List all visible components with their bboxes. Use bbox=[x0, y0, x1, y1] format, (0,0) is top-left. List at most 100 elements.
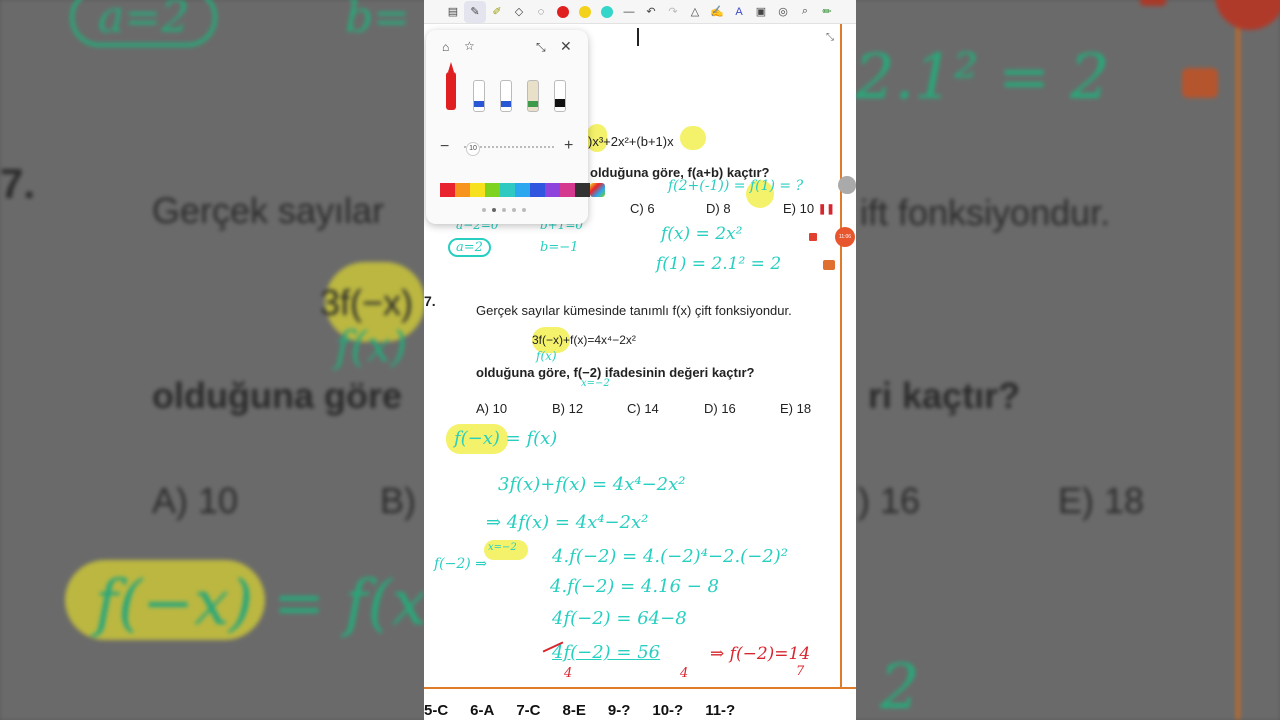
color-swatch[interactable] bbox=[545, 183, 560, 197]
search-icon[interactable]: ⌕ bbox=[794, 1, 816, 23]
highlighter-icon[interactable]: ✐ bbox=[486, 1, 508, 23]
q7-choice-b[interactable]: B) 12 bbox=[552, 401, 583, 416]
undo-icon[interactable]: ↶ bbox=[640, 1, 662, 23]
color-swatch[interactable] bbox=[560, 183, 575, 197]
bg-prompt-left: olduğuna göre bbox=[152, 375, 402, 416]
marker-black[interactable] bbox=[554, 80, 566, 112]
color-teal[interactable] bbox=[596, 1, 618, 23]
text-style-icon[interactable]: A bbox=[728, 1, 750, 23]
text-edit-icon[interactable]: ✍ bbox=[706, 1, 728, 23]
bg-expr-under: f(x) bbox=[335, 322, 408, 371]
pen-blue-1[interactable] bbox=[473, 80, 485, 112]
note-panel[interactable]: ▤ ✎ ✐ ◇ ◌ — ↶ ↷ △ ✍ A ▣ ◎ ⌕ ✏ ⤡ )x³+2x²+… bbox=[424, 0, 856, 720]
bg-prompt-right: ri kaçtır? bbox=[868, 375, 1021, 416]
stop-button[interactable] bbox=[809, 233, 817, 241]
answer-key-item: 9-? bbox=[607, 702, 631, 719]
pen-blue-2[interactable] bbox=[500, 80, 512, 112]
q6-expression: )x³+2x²+(b+1)x bbox=[588, 134, 674, 149]
record-indicator[interactable]: 11:06 bbox=[835, 227, 855, 247]
minimize-icon[interactable]: ⤡ bbox=[536, 40, 546, 55]
hw-a-val: a=2 bbox=[448, 238, 491, 257]
q7-choice-e[interactable]: E) 18 bbox=[780, 401, 811, 416]
q6-choice-c[interactable]: C) 6 bbox=[630, 201, 655, 216]
hw-line4: 4.f(−2) = 4.16 − 8 bbox=[550, 576, 719, 597]
bg-choice-b: B) bbox=[380, 480, 416, 521]
highlight-x bbox=[680, 126, 706, 150]
color-swatches bbox=[440, 183, 605, 197]
bg-stop-indicator bbox=[1140, 0, 1166, 6]
color-swatch[interactable] bbox=[530, 183, 545, 197]
answer-key-item: 10-? bbox=[652, 702, 684, 719]
favorite-icon[interactable]: ☆ bbox=[464, 39, 475, 53]
bg-choice-e: E) 18 bbox=[1058, 480, 1145, 521]
hw-f1: f(1) = 2.1² = 2 bbox=[656, 254, 782, 274]
bg-handwriting-2: 2 bbox=[880, 650, 920, 720]
screen: a=2 b= 2.1² = 2 7. Gerçek sayılar ift fo… bbox=[0, 0, 1280, 720]
document-icon[interactable]: ▤ bbox=[442, 1, 464, 23]
hw-under-prompt: x=−2 bbox=[581, 378, 610, 389]
shape-icon[interactable]: △ bbox=[684, 1, 706, 23]
line-icon[interactable]: — bbox=[618, 1, 640, 23]
bg-handwriting-b: b= bbox=[345, 0, 411, 43]
record-time: 11:06 bbox=[838, 234, 852, 240]
q7-prompt: olduğuna göre, f(−2) ifadesinin değeri k… bbox=[476, 365, 755, 380]
color-swatch[interactable] bbox=[485, 183, 500, 197]
collapse-icon[interactable]: ⤡ bbox=[826, 32, 834, 43]
pen-red[interactable] bbox=[446, 62, 456, 110]
q7-choice-c[interactable]: C) 14 bbox=[627, 401, 659, 416]
hw-left-hl: x=−2 bbox=[488, 542, 517, 553]
drawing-toolbar: ▤ ✎ ✐ ◇ ◌ — ↶ ↷ △ ✍ A ▣ ◎ ⌕ ✏ bbox=[424, 0, 856, 24]
pencil-green[interactable] bbox=[527, 80, 539, 112]
lasso-icon[interactable]: ◌ bbox=[530, 1, 552, 23]
hw-fab: f(2+(-1)) = f(1) = ? bbox=[668, 178, 804, 194]
custom-color-swatch[interactable] bbox=[590, 183, 605, 197]
home-icon[interactable]: ⌂ bbox=[442, 40, 449, 54]
footer-line bbox=[424, 687, 856, 689]
bg-handwriting-even: f(−x) = f(x bbox=[95, 566, 427, 639]
hw-b-val: b=−1 bbox=[540, 240, 579, 255]
color-swatch[interactable] bbox=[470, 183, 485, 197]
pencil-icon[interactable]: ✏ bbox=[816, 1, 838, 23]
color-swatch[interactable] bbox=[515, 183, 530, 197]
eraser-icon[interactable]: ◇ bbox=[508, 1, 530, 23]
redo-icon[interactable]: ↷ bbox=[662, 1, 684, 23]
shapes-icon[interactable]: ◎ bbox=[772, 1, 794, 23]
hw-denom2: 4 bbox=[680, 666, 689, 681]
pen-settings-popup: ⌂ ☆ ⤡ ✕ − 10 + bbox=[426, 30, 605, 224]
hw-fx: f(x) = 2x² bbox=[661, 224, 743, 244]
q7-choice-a[interactable]: A) 10 bbox=[476, 401, 507, 416]
pause-button[interactable]: ❚❚ bbox=[818, 202, 835, 218]
hw-line6: 4f(−2) = 56 bbox=[552, 642, 661, 663]
size-minus-button[interactable]: − bbox=[440, 138, 449, 156]
pen-icon[interactable]: ✎ bbox=[464, 0, 486, 23]
close-icon[interactable]: ✕ bbox=[560, 38, 572, 55]
insert-icon[interactable]: ▣ bbox=[750, 1, 772, 23]
hw-result-sub: 7 bbox=[796, 664, 805, 679]
q7-choice-d[interactable]: D) 16 bbox=[704, 401, 736, 416]
bg-statement-left: Gerçek sayılar bbox=[152, 190, 385, 231]
color-swatch[interactable] bbox=[575, 183, 590, 197]
answer-key-item: 11-? bbox=[705, 702, 736, 719]
bg-expr: 3f(−x) bbox=[320, 282, 414, 323]
color-red[interactable] bbox=[552, 1, 574, 23]
answer-key-item: 5-C bbox=[424, 702, 449, 719]
text-cursor bbox=[637, 28, 639, 46]
hw-result: ⇒ f(−2)=14 bbox=[710, 644, 811, 664]
bg-record-indicator bbox=[1215, 0, 1280, 30]
q6-choice-d[interactable]: D) 8 bbox=[706, 201, 731, 216]
size-value[interactable]: 10 bbox=[466, 142, 480, 156]
camera-icon[interactable] bbox=[823, 260, 835, 270]
bg-choice-a: A) 10 bbox=[152, 480, 239, 521]
color-yellow[interactable] bbox=[574, 1, 596, 23]
color-swatch[interactable] bbox=[455, 183, 470, 197]
hw-even: f(−x) = f(x) bbox=[454, 428, 558, 449]
color-swatch[interactable] bbox=[440, 183, 455, 197]
q7-statement: Gerçek sayılar kümesinde tanımlı f(x) çi… bbox=[476, 303, 792, 318]
q7-equation: 3f(−x)+f(x)=4x⁴−2x² bbox=[532, 333, 636, 347]
margin-line bbox=[840, 24, 842, 688]
color-swatch[interactable] bbox=[500, 183, 515, 197]
answer-key-item: 6-A bbox=[470, 702, 495, 719]
size-plus-button[interactable]: + bbox=[564, 137, 573, 155]
q6-choice-e[interactable]: E) 10 bbox=[783, 201, 814, 216]
edit-indicator[interactable] bbox=[838, 176, 856, 194]
